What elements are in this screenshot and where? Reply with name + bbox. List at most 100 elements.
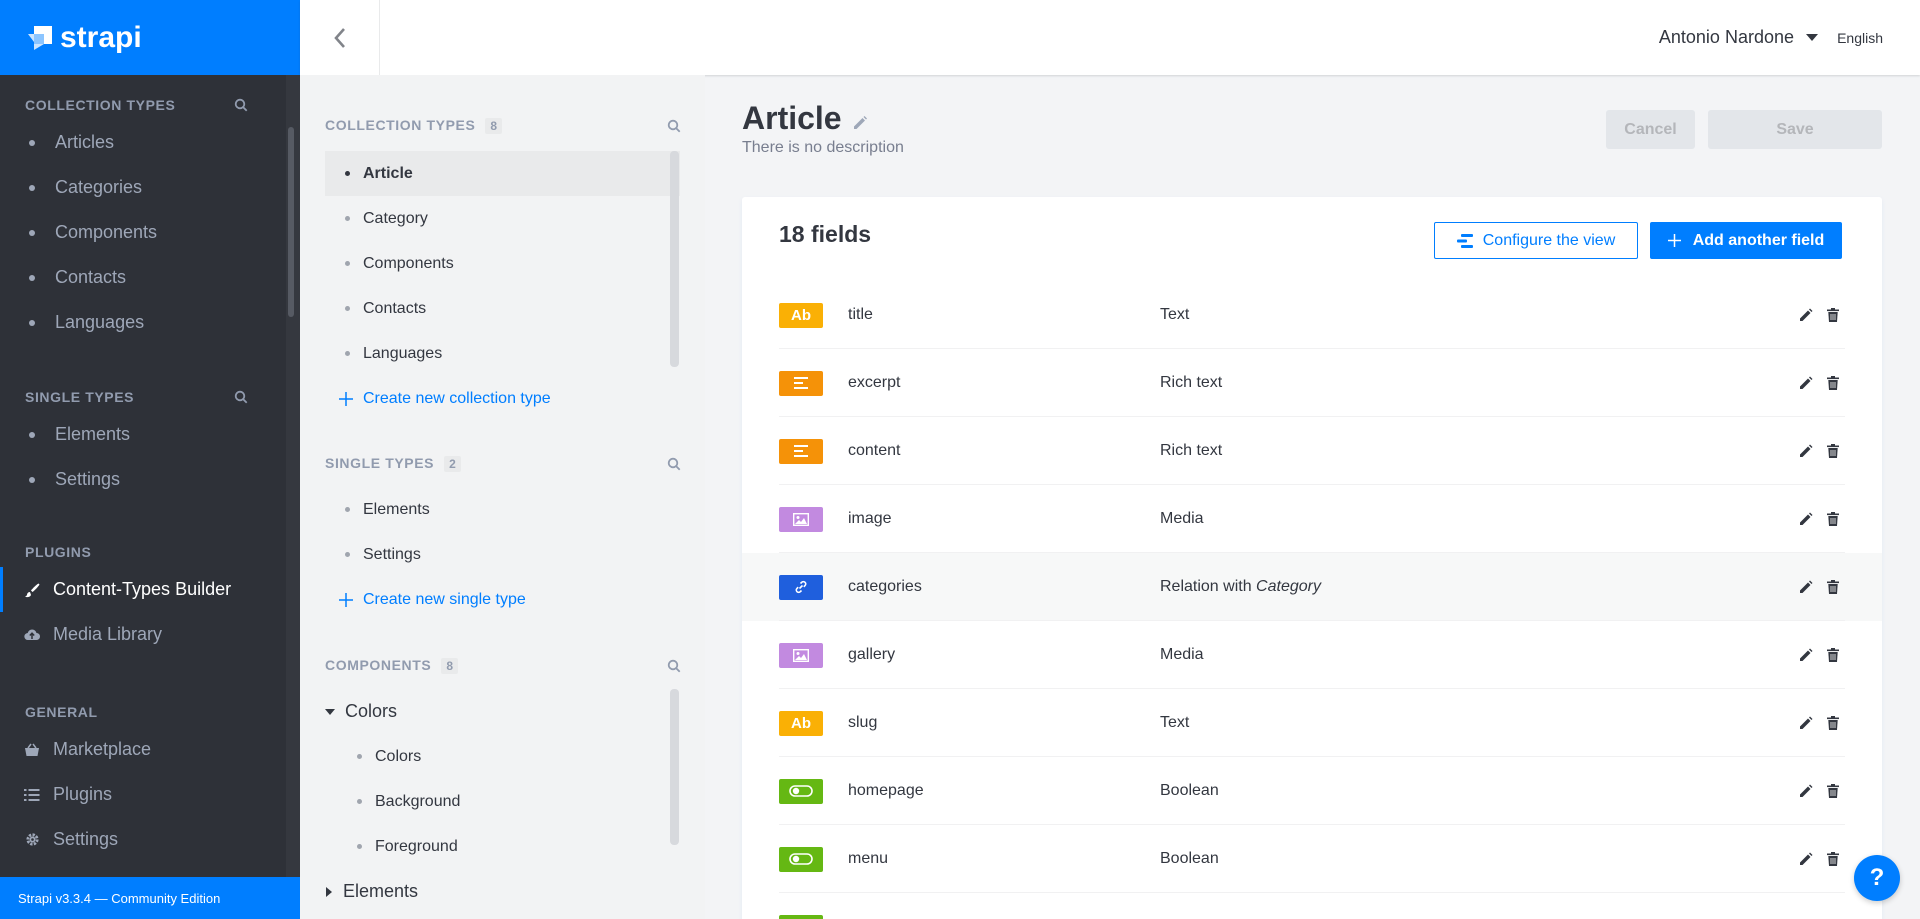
ctb-item-languages[interactable]: Languages (325, 331, 680, 376)
richtext-field-icon (779, 370, 823, 396)
trash-icon[interactable] (1827, 852, 1839, 866)
ctb-item-contacts[interactable]: Contacts (325, 286, 680, 331)
search-icon[interactable] (234, 98, 248, 112)
edit-pencil-icon[interactable] (1799, 784, 1813, 798)
strapi-logo[interactable]: strapi (26, 21, 142, 55)
edit-pencil-icon[interactable] (1799, 512, 1813, 526)
bullet-icon (29, 431, 35, 438)
nav-item-articles[interactable]: Articles (0, 120, 286, 165)
nav-item-elements[interactable]: Elements (0, 412, 286, 457)
bullet-icon (345, 171, 350, 176)
ctb-item-article[interactable]: Article (325, 151, 680, 196)
field-row-random-image[interactable]: random_imageBoolean (742, 893, 1882, 919)
ctb-component-colors[interactable]: Colors (325, 734, 670, 779)
edit-pencil-icon[interactable] (1799, 444, 1813, 458)
save-button[interactable]: Save (1708, 110, 1882, 149)
bullet-icon (29, 476, 35, 483)
ctb-item-settings[interactable]: Settings (325, 532, 680, 577)
ctb-item-category[interactable]: Category (325, 196, 680, 241)
trash-icon[interactable] (1827, 512, 1839, 526)
bullet-icon (357, 754, 362, 759)
pencil-icon[interactable] (852, 115, 868, 131)
language-label: English (1837, 29, 1883, 46)
nav-item-settings-single[interactable]: Settings (0, 457, 286, 502)
configure-label: Configure the view (1482, 231, 1616, 249)
nav-item-marketplace[interactable]: Marketplace (0, 727, 286, 772)
nav-item-content-types-builder[interactable]: Content-Types Builder (0, 567, 286, 612)
brand-header[interactable]: strapi (0, 0, 300, 75)
trash-icon[interactable] (1827, 376, 1839, 390)
nav-item-components[interactable]: Components (0, 210, 286, 255)
bullet-icon (29, 184, 35, 191)
field-actions (1799, 512, 1839, 526)
nav-item-languages[interactable]: Languages (0, 300, 286, 345)
nav-scrollbar-thumb[interactable] (288, 127, 294, 317)
back-button[interactable] (300, 0, 380, 75)
page-title: Article (742, 100, 868, 137)
ctb-item-label: Article (363, 164, 413, 182)
ctb-item-elements[interactable]: Elements (325, 487, 680, 532)
nav-item-settings[interactable]: Settings (0, 817, 286, 862)
create-collection-type-link[interactable]: Create new collection type (325, 376, 680, 421)
search-icon[interactable] (667, 659, 681, 673)
user-menu[interactable]: Antonio Nardone (1659, 0, 1818, 75)
ctb-collection-scrollbar[interactable] (670, 151, 679, 367)
trash-icon[interactable] (1827, 716, 1839, 730)
ctb-component-foreground[interactable]: Foreground (325, 824, 670, 869)
field-row-slug[interactable]: Ab slug Text (742, 689, 1882, 757)
field-row-menu[interactable]: menu Boolean (742, 825, 1882, 893)
nav-item-label: Settings (53, 829, 119, 849)
help-button[interactable]: ? (1854, 855, 1900, 901)
ctb-component-background[interactable]: Background (325, 779, 670, 824)
edit-pencil-icon[interactable] (1799, 376, 1813, 390)
cancel-button[interactable]: Cancel (1606, 110, 1695, 149)
add-field-button[interactable]: Add another field (1650, 222, 1842, 259)
nav-item-contacts[interactable]: Contacts (0, 255, 286, 300)
configure-view-button[interactable]: Configure the view (1434, 222, 1638, 259)
search-icon[interactable] (234, 390, 248, 404)
edit-pencil-icon[interactable] (1799, 308, 1813, 322)
field-type-label: Text (1160, 714, 1190, 731)
list-icon (23, 786, 41, 804)
field-type-label: Relation with (1160, 578, 1257, 595)
field-row-content[interactable]: content Rich text (742, 417, 1882, 485)
edit-pencil-icon[interactable] (1799, 852, 1813, 866)
edit-pencil-icon[interactable] (1799, 580, 1813, 594)
scrollbar-thumb[interactable] (670, 151, 679, 367)
trash-icon[interactable] (1827, 648, 1839, 662)
boolean-field-icon (779, 846, 823, 872)
ctb-components-scrollbar[interactable] (670, 689, 679, 845)
component-category-colors[interactable]: Colors (325, 689, 670, 734)
field-row-excerpt[interactable]: excerpt Rich text (742, 349, 1882, 417)
scrollbar-thumb[interactable] (670, 689, 679, 845)
component-category-elements[interactable]: Elements (325, 869, 670, 914)
field-row-gallery[interactable]: gallery Media (742, 621, 1882, 689)
edit-pencil-icon[interactable] (1799, 716, 1813, 730)
Ab-field-icon: Ab (779, 302, 823, 328)
version-footer[interactable]: Strapi v3.3.4 — Community Edition (0, 877, 300, 919)
field-name: menu (848, 850, 889, 867)
layout-icon (1456, 233, 1473, 248)
plus-icon (1667, 234, 1681, 247)
trash-icon[interactable] (1827, 580, 1839, 594)
trash-icon[interactable] (1827, 444, 1839, 458)
ctb-section-title-text: Components (325, 657, 432, 673)
trash-icon[interactable] (1827, 308, 1839, 322)
nav-item-label: Elements (55, 424, 131, 444)
ctb-item-components[interactable]: Components (325, 241, 680, 286)
bullet-icon (357, 844, 362, 849)
field-row-homepage[interactable]: homepage Boolean (742, 757, 1882, 825)
trash-icon[interactable] (1827, 784, 1839, 798)
field-row-title[interactable]: Ab title Text (742, 281, 1882, 349)
search-icon[interactable] (667, 119, 681, 133)
field-row-categories[interactable]: categories Relation with Category (742, 553, 1882, 621)
create-single-type-link[interactable]: Create new single type (325, 577, 680, 622)
search-icon[interactable] (667, 457, 681, 471)
language-switcher[interactable]: English (1837, 0, 1883, 75)
nav-item-label: Content-Types Builder (53, 579, 232, 599)
nav-item-categories[interactable]: Categories (0, 165, 286, 210)
field-row-image[interactable]: image Media (742, 485, 1882, 553)
nav-item-plugins[interactable]: Plugins (0, 772, 286, 817)
nav-item-media-library[interactable]: Media Library (0, 612, 286, 657)
edit-pencil-icon[interactable] (1799, 648, 1813, 662)
